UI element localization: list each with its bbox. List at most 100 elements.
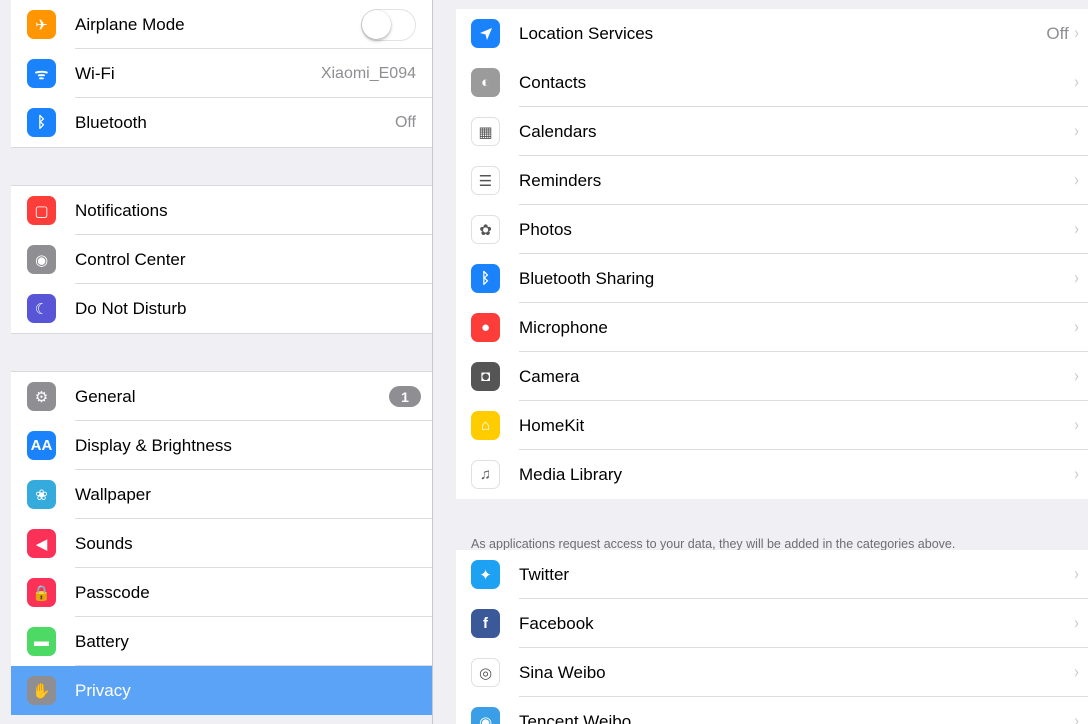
weibo-icon: ◎ — [471, 658, 500, 687]
camera-icon: ◘ — [471, 362, 500, 391]
chevron-right-icon: › — [1073, 613, 1079, 634]
privacy-item-label: Photos — [519, 219, 572, 239]
tencent-weibo-icon: ◉ — [471, 707, 500, 724]
reminders-icon: ☰ — [471, 166, 500, 195]
privacy-item-homekit[interactable]: ⌂ HomeKit › — [456, 401, 1088, 450]
chevron-right-icon: › — [1073, 72, 1079, 93]
airplane-mode-toggle[interactable] — [361, 8, 416, 41]
sidebar-item-label: Battery — [75, 631, 129, 651]
update-badge: 1 — [389, 386, 421, 407]
privacy-item-facebook[interactable]: f Facebook › — [456, 599, 1088, 648]
photos-icon: ✿ — [471, 215, 500, 244]
privacy-categories-card: ◐ Contacts › ▦ Calendars › ☰ Reminders › ✿ Photos ›… — [456, 58, 1088, 499]
twitter-icon: ✦ — [471, 560, 500, 589]
privacy-item-media-library[interactable]: ♫ Media Library › — [456, 450, 1088, 499]
sidebar-item-wallpaper[interactable]: ❀ Wallpaper — [11, 470, 432, 519]
privacy-item-label: Media Library — [519, 464, 622, 484]
homekit-icon: ⌂ — [471, 411, 500, 440]
sidebar-item-bluetooth[interactable]: ᛒ Bluetooth Off — [11, 98, 432, 147]
privacy-item-reminders[interactable]: ☰ Reminders › — [456, 156, 1088, 205]
chevron-right-icon: › — [1073, 662, 1079, 683]
sidebar-item-label: Privacy — [75, 680, 131, 700]
sidebar-item-label: Passcode — [75, 582, 150, 602]
privacy-item-twitter[interactable]: ✦ Twitter › — [456, 550, 1088, 599]
social-accounts-card: ✦ Twitter › f Facebook › ◎ Sina Weibo › ◉ Tencent … — [456, 550, 1088, 724]
privacy-item-label: Twitter — [519, 564, 570, 584]
sidebar-item-general[interactable]: ⚙ General 1 — [11, 372, 432, 421]
hand-icon: ✋ — [27, 676, 56, 705]
moon-icon: ☾ — [27, 294, 56, 323]
privacy-item-bluetooth-sharing[interactable]: ᛒ Bluetooth Sharing › — [456, 254, 1088, 303]
calendar-icon: ▦ — [471, 117, 500, 146]
privacy-item-label: Reminders — [519, 170, 602, 190]
sidebar-item-sounds[interactable]: ◀ Sounds — [11, 519, 432, 568]
sidebar-item-wi-fi[interactable]: ᯤ Wi-Fi Xiaomi_E094 — [11, 49, 432, 98]
privacy-item-label: Tencent Weibo — [519, 711, 632, 724]
chevron-right-icon: › — [1073, 170, 1079, 191]
chevron-right-icon: › — [1073, 121, 1079, 142]
location-services-row[interactable]: Location Services Off › — [456, 9, 1088, 58]
gear-icon: ⚙ — [27, 382, 56, 411]
lock-icon: 🔒 — [27, 578, 56, 607]
privacy-item-label: Camera — [519, 366, 580, 386]
privacy-item-label: Contacts — [519, 72, 587, 92]
privacy-item-label: Microphone — [519, 317, 608, 337]
privacy-item-microphone[interactable]: ● Microphone › — [456, 303, 1088, 352]
privacy-item-sina-weibo[interactable]: ◎ Sina Weibo › — [456, 648, 1088, 697]
sidebar-item-label: Notifications — [75, 200, 168, 220]
sidebar-item-label: Display & Brightness — [75, 435, 232, 455]
bluetooth-icon: ᛒ — [471, 264, 500, 293]
contacts-icon: ◐ — [471, 68, 500, 97]
chevron-right-icon: › — [1073, 317, 1079, 338]
privacy-item-contacts[interactable]: ◐ Contacts › — [456, 58, 1088, 107]
speaker-icon: ◀ — [27, 529, 56, 558]
chevron-right-icon: › — [1073, 366, 1079, 387]
location-arrow-icon — [471, 19, 500, 48]
privacy-item-calendars[interactable]: ▦ Calendars › — [456, 107, 1088, 156]
sidebar-group-notifications: ▢ Notifications ◉ Control Center ☾ Do Not Dis… — [11, 186, 432, 333]
chevron-right-icon: › — [1073, 268, 1079, 289]
airplane-icon: ✈ — [27, 10, 56, 39]
sidebar-item-label: Wallpaper — [75, 484, 151, 504]
chevron-right-icon: › — [1073, 464, 1079, 485]
privacy-item-photos[interactable]: ✿ Photos › — [456, 205, 1088, 254]
sidebar-item-battery[interactable]: ▬ Battery — [11, 617, 432, 666]
sidebar-item-do-not-disturb[interactable]: ☾ Do Not Disturb — [11, 284, 432, 333]
sidebar-item-passcode[interactable]: 🔒 Passcode — [11, 568, 432, 617]
sidebar-item-label: Wi-Fi — [75, 63, 115, 83]
group-spacer — [11, 147, 432, 186]
sidebar-item-notifications[interactable]: ▢ Notifications — [11, 186, 432, 235]
chevron-right-icon: › — [1073, 564, 1079, 585]
chevron-right-icon: › — [1073, 219, 1079, 240]
privacy-item-label: Calendars — [519, 121, 597, 141]
sidebar-item-airplane-mode[interactable]: ✈ Airplane Mode — [11, 0, 432, 49]
wifi-icon: ᯤ — [27, 59, 56, 88]
privacy-item-camera[interactable]: ◘ Camera › — [456, 352, 1088, 401]
sidebar-item-control-center[interactable]: ◉ Control Center — [11, 235, 432, 284]
chevron-right-icon: › — [1073, 415, 1079, 436]
location-services-label: Location Services — [519, 23, 654, 43]
chevron-right-icon: › — [1073, 23, 1079, 44]
display-brightness-icon: AA — [27, 431, 56, 460]
notifications-icon: ▢ — [27, 196, 56, 225]
sidebar-item-privacy[interactable]: ✋ Privacy — [11, 666, 432, 715]
sidebar-group-system: ⚙ General 1 AA Display & Brightness ❀ Wallpape… — [11, 372, 432, 715]
privacy-detail-pane: Location Services Off › ◐ Contacts › ▦ Calen… — [433, 0, 1088, 724]
toggle-knob — [362, 9, 391, 39]
music-icon: ♫ — [471, 460, 500, 489]
sidebar-item-label: Sounds — [75, 533, 133, 553]
wallpaper-icon: ❀ — [27, 480, 56, 509]
privacy-item-label: Sina Weibo — [519, 662, 606, 682]
sidebar-item-label: Control Center — [75, 249, 186, 269]
privacy-item-label: Facebook — [519, 613, 594, 633]
facebook-icon: f — [471, 609, 500, 638]
microphone-icon: ● — [471, 313, 500, 342]
privacy-footnote: As applications request access to your d… — [471, 537, 956, 551]
privacy-item-tencent-weibo[interactable]: ◉ Tencent Weibo › — [456, 697, 1088, 724]
privacy-item-label: HomeKit — [519, 415, 585, 435]
wi-fi-value: Xiaomi_E094 — [320, 64, 416, 82]
location-services-value: Off — [1046, 23, 1069, 43]
sidebar-item-label: Do Not Disturb — [75, 298, 187, 318]
chevron-right-icon: › — [1073, 711, 1079, 724]
sidebar-item-display-and-brightness[interactable]: AA Display & Brightness — [11, 421, 432, 470]
